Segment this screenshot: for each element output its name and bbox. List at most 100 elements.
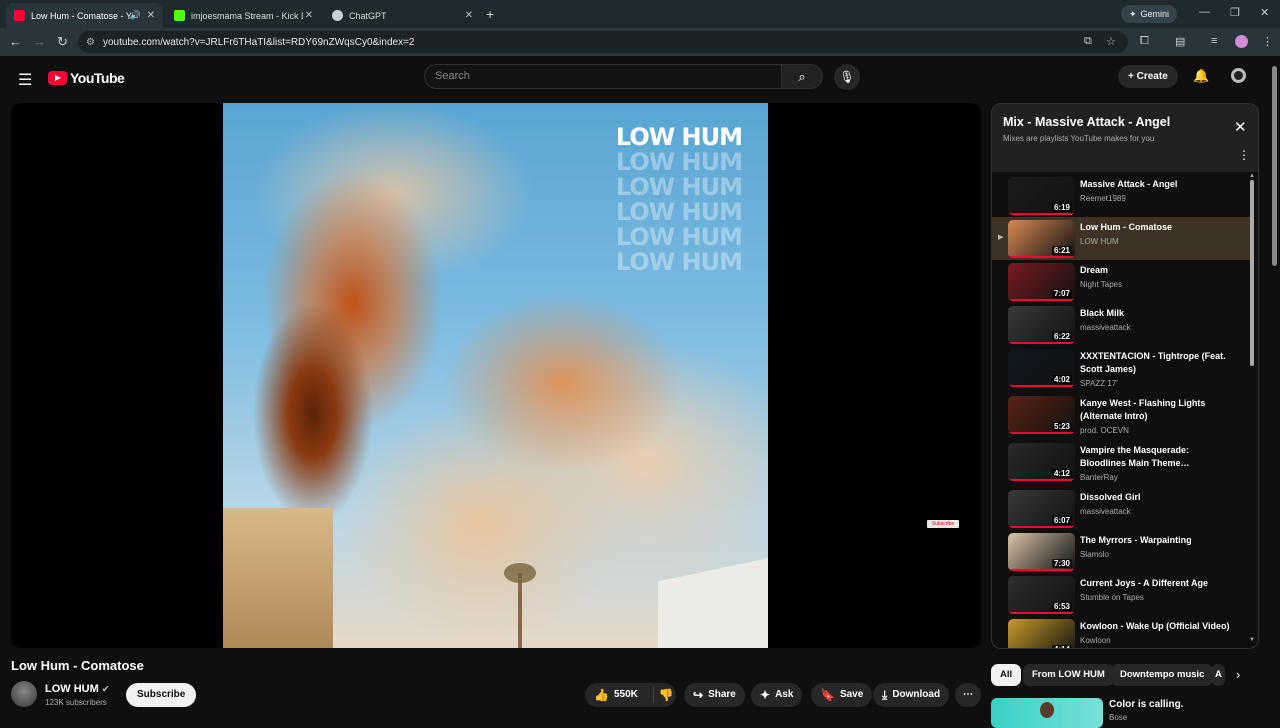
watched-progress-bar [1008, 213, 1075, 215]
watched-progress-bar [1008, 385, 1075, 387]
playlist-item[interactable]: 5:23 Kanye West - Flashing Lights (Altern… [992, 393, 1250, 440]
site-info-icon[interactable]: ⚙ [86, 37, 95, 48]
palm-tree-shape [504, 563, 536, 648]
bookmark-star-icon[interactable]: ☆ [1106, 35, 1116, 48]
scroll-down-icon[interactable]: ▼ [1249, 637, 1255, 643]
browser-tab-youtube[interactable]: Low Hum - Comatose - YouTube 🔊 ✕ [6, 3, 163, 28]
playlist-item[interactable]: 4:02 XXXTENTACION - Tightrope (Feat. Scot… [992, 346, 1250, 393]
reload-icon[interactable]: ↻ [57, 34, 68, 50]
side-panel-icon[interactable]: ▤ [1175, 35, 1185, 48]
browser-profile-avatar[interactable] [1235, 35, 1248, 48]
playlist-item[interactable]: 4:14 Kowloon - Wake Up (Official Video) Ko… [992, 616, 1250, 648]
microphone-icon[interactable]: 🎙 [834, 64, 860, 90]
playlist-item-thumbnail[interactable]: 6:19 [1008, 177, 1075, 215]
extensions-icon[interactable]: ⧠ [1140, 35, 1149, 48]
share-button[interactable]: ↪ Share [684, 683, 745, 707]
playlist-item[interactable]: 7:07 Dream Night Tapes [992, 260, 1250, 303]
gemini-button[interactable]: ✦ Gemini [1121, 5, 1178, 23]
art-ghost-text: LOW HUM [615, 223, 743, 251]
playlist-item[interactable]: 6:22 Black Milk massiveattack [992, 303, 1250, 346]
playlist-item-channel: massiveattack [1080, 507, 1131, 516]
forward-icon[interactable]: → [33, 34, 46, 49]
close-tab-icon[interactable]: ✕ [305, 10, 313, 21]
playlist-item-thumbnail[interactable]: 5:23 [1008, 396, 1075, 434]
playlist-item-thumbnail[interactable]: 4:12 [1008, 443, 1075, 481]
playlist-scrollbar[interactable] [1250, 180, 1254, 366]
minimize-icon[interactable]: — [1199, 6, 1210, 18]
chevron-right-icon[interactable]: › [1236, 667, 1240, 682]
new-tab-icon[interactable]: + [486, 6, 494, 22]
playlist-item-thumbnail[interactable]: 6:21 [1008, 220, 1075, 258]
playlist-item[interactable]: ▶ 6:21 Low Hum - Comatose LOW HUM [992, 217, 1250, 260]
close-tab-icon[interactable]: ✕ [147, 10, 155, 21]
duration-badge: 6:22 [1051, 332, 1072, 341]
speaker-icon[interactable]: 🔊 [130, 10, 141, 21]
account-avatar[interactable] [1231, 68, 1246, 83]
url-field[interactable]: ⚙ youtube.com/watch?v=JRLFr6THaTI&list=R… [78, 31, 1128, 53]
playlist-item-title: Kowloon - Wake Up (Official Video) [1080, 621, 1230, 631]
thumbs-down-icon[interactable]: 👎 [659, 683, 674, 707]
playlist-item-thumbnail[interactable]: 7:07 [1008, 263, 1075, 301]
playlist-title[interactable]: Mix - Massive Attack - Angel [1003, 115, 1170, 129]
playlist-item-thumbnail[interactable]: 6:22 [1008, 306, 1075, 344]
recommendation-title[interactable]: Color is calling. [1109, 699, 1183, 710]
playlist-item-title: XXXTENTACION - Tightrope (Feat. Scott Ja… [1080, 351, 1226, 374]
close-tab-icon[interactable]: ✕ [465, 10, 473, 21]
playlist-item-thumbnail[interactable]: 6:53 [1008, 576, 1075, 614]
recommendation-channel[interactable]: Bose [1109, 713, 1127, 722]
playlist-item-thumbnail[interactable]: 7:30 [1008, 533, 1075, 571]
cast-icon[interactable]: ⧉ [1084, 35, 1092, 48]
video-player[interactable]: LOW HUM LOW HUM LOW HUM LOW HUM LOW HUM … [11, 103, 981, 648]
reading-list-icon[interactable]: ≡ [1211, 35, 1217, 47]
playlist-item[interactable]: 6:07 Dissolved Girl massiveattack [992, 487, 1250, 530]
tab-title: Low Hum - Comatose - YouTube [31, 10, 131, 21]
playlist-item[interactable]: 7:30 The Myrrors - Warpainting Slamolo [992, 530, 1250, 573]
duration-badge: 7:07 [1051, 289, 1072, 298]
save-button[interactable]: 🔖 Save [811, 683, 873, 707]
download-icon: ⤓ [882, 688, 888, 702]
channel-avatar[interactable] [11, 681, 37, 707]
restore-icon[interactable]: ❐ [1230, 6, 1240, 19]
subscribe-watermark[interactable]: Subscribe [927, 520, 959, 528]
playlist-item-thumbnail[interactable]: 4:02 [1008, 349, 1075, 387]
browser-tab-chatgpt[interactable]: ChatGPT ✕ [324, 3, 481, 28]
search-input[interactable]: Search [424, 64, 782, 89]
close-icon[interactable]: ✕ [1234, 118, 1247, 136]
chip-downtempo[interactable]: Downtempo music [1111, 664, 1214, 686]
search-icon[interactable]: ⌕ [781, 64, 823, 89]
channel-name[interactable]: LOW HUM ✔ [45, 683, 109, 695]
notifications-bell-icon[interactable]: 🔔 [1193, 68, 1209, 84]
playlist-item-thumbnail[interactable]: 4:14 [1008, 619, 1075, 648]
playlist-item-channel: Reemet1989 [1080, 194, 1126, 203]
chip-all[interactable]: All [991, 664, 1022, 686]
playlist-item[interactable]: 4:12 Vampire the Masquerade: Bloodlines M… [992, 440, 1250, 487]
ask-button[interactable]: ✦ Ask [751, 683, 803, 707]
scroll-up-icon[interactable]: ▲ [1249, 173, 1255, 179]
page-scrollbar[interactable] [1272, 66, 1277, 266]
menu-icon[interactable]: ☰ [18, 70, 32, 90]
create-button[interactable]: + Create [1118, 65, 1178, 88]
playlist-item[interactable]: 6:53 Current Joys - A Different Age Stumbl… [992, 573, 1250, 616]
playlist-item[interactable]: 6:19 Massive Attack - Angel Reemet1989 [992, 174, 1250, 217]
bookmark-icon: 🔖 [820, 688, 835, 702]
more-icon: ⋯ [963, 689, 973, 700]
chip-more[interactable]: A [1211, 664, 1225, 686]
chatgpt-favicon-icon [332, 10, 343, 21]
close-window-icon[interactable]: ✕ [1260, 6, 1269, 19]
playlist-more-icon[interactable]: ⋮ [1238, 148, 1250, 162]
subscribe-button[interactable]: Subscribe [126, 683, 197, 707]
thumbs-up-icon[interactable]: 👍 [594, 683, 609, 707]
like-count[interactable]: 550K [614, 683, 638, 707]
download-button[interactable]: ⤓ Download [873, 683, 950, 707]
back-icon[interactable]: ← [9, 34, 22, 49]
playlist-item-channel: Kowloon [1080, 636, 1111, 645]
youtube-play-icon [48, 71, 67, 85]
playlist-item-channel: Slamolo [1080, 550, 1109, 559]
browser-menu-icon[interactable]: ⋮ [1262, 35, 1273, 48]
playlist-item-thumbnail[interactable]: 6:07 [1008, 490, 1075, 528]
youtube-logo[interactable]: YouTube [48, 70, 125, 86]
more-actions-button[interactable]: ⋯ [955, 683, 981, 707]
browser-tab-kick[interactable]: imjoesmama Stream - Kick Dashboard ✕ [166, 3, 321, 28]
chip-from-channel[interactable]: From LOW HUM [1023, 664, 1114, 686]
create-label: Create [1136, 71, 1168, 82]
